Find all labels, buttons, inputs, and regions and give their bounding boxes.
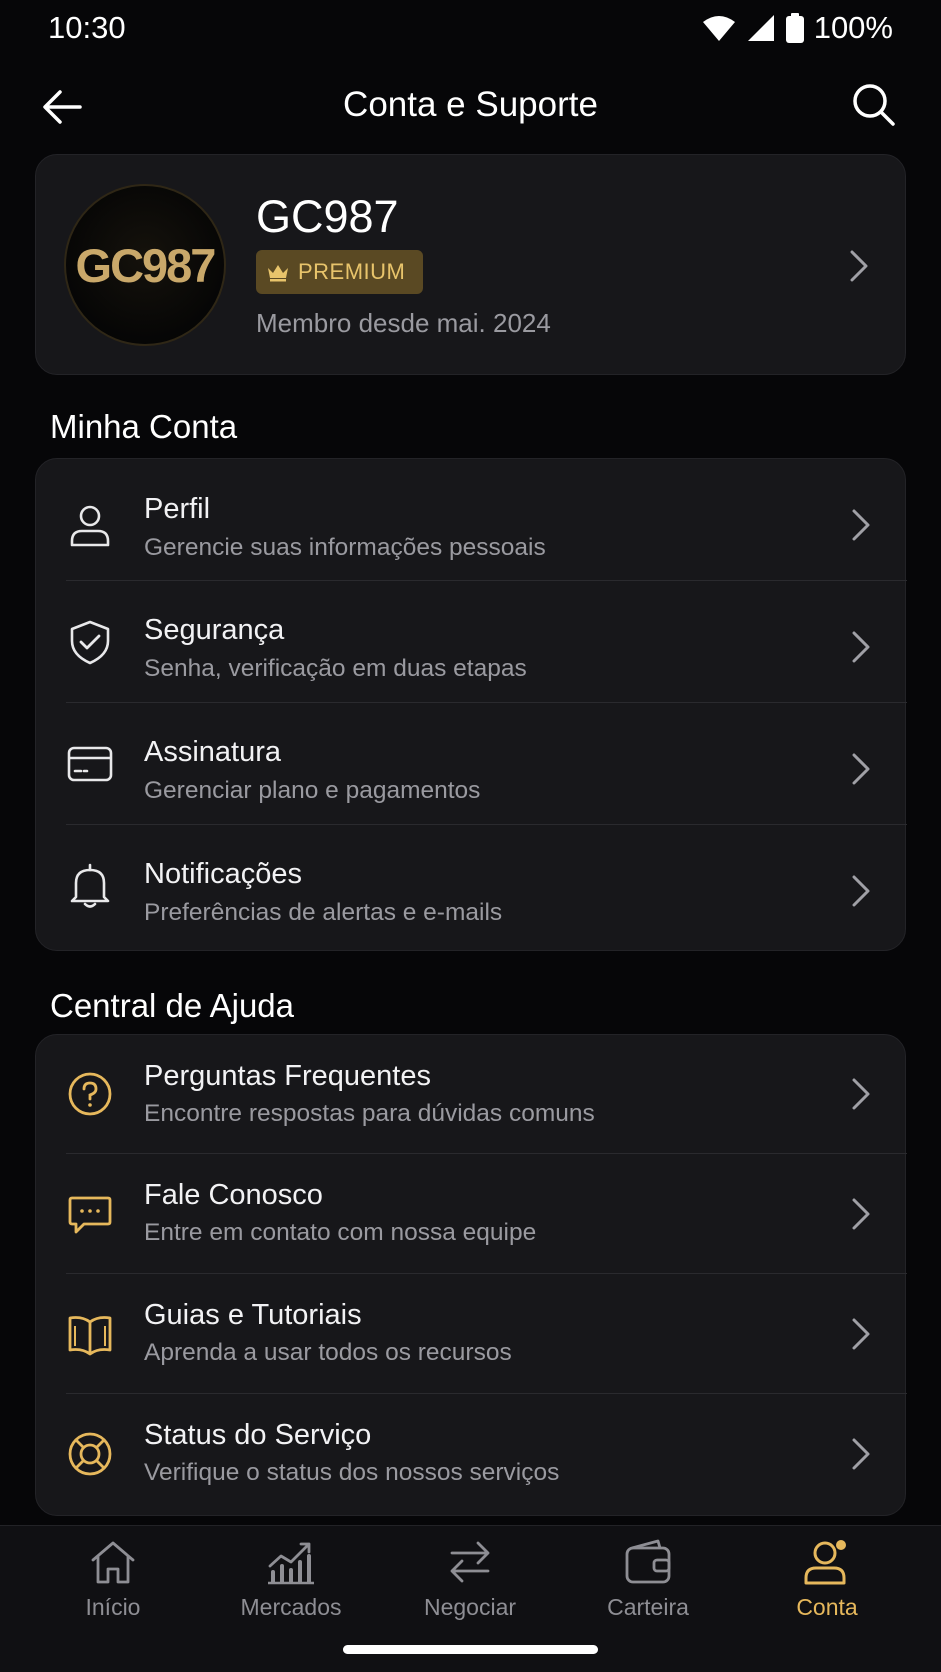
row-subtitle: Preferências de alertas e e-mails [144, 899, 503, 926]
member-since: Membro desde mai. 2024 [256, 308, 551, 338]
row-subtitle: Encontre respostas para dúvidas comuns [144, 1100, 595, 1127]
account-item-notifications[interactable]: Notificações Preferências de alertas e e… [36, 825, 907, 952]
swap-icon [450, 1541, 490, 1583]
crown-icon [268, 265, 288, 282]
app-bar: Conta e Suporte [0, 70, 941, 140]
nav-label: Mercados [240, 1594, 342, 1620]
battery-percent: 100% [813, 10, 893, 45]
row-subtitle: Senha, verificação em duas etapas [144, 655, 527, 682]
help-item-service-status[interactable]: Status do Serviço Verifique o status dos… [36, 1394, 907, 1517]
nav-label: Início [85, 1594, 141, 1620]
status-time: 10:30 [48, 10, 126, 45]
nav-item-account[interactable]: Conta [747, 1536, 907, 1636]
book-icon [68, 1316, 112, 1356]
section-title-help: Central de Ajuda [50, 987, 295, 1024]
profile-name: GC987 [256, 191, 399, 242]
row-subtitle: Gerencie suas informações pessoais [144, 534, 546, 561]
user-icon [70, 505, 110, 547]
status-bar: 10:30 100% [0, 0, 941, 56]
row-title: Status do Serviço [144, 1419, 372, 1451]
credit-card-icon [67, 746, 113, 782]
help-card: Perguntas Frequentes Encontre respostas … [35, 1034, 907, 1517]
row-title: Guias e Tutoriais [144, 1299, 362, 1331]
nav-label: Negociar [423, 1594, 517, 1620]
nav-item-trade[interactable]: Negociar [390, 1536, 550, 1636]
account-card: Perfil Gerencie suas informações pessoai… [35, 458, 907, 952]
chevron-right-icon [852, 1438, 870, 1470]
chevron-right-icon [852, 753, 870, 785]
question-circle-icon [68, 1072, 112, 1116]
chevron-right-icon [852, 1078, 870, 1110]
shield-check-icon [70, 620, 110, 665]
chevron-right-icon [852, 509, 870, 541]
help-item-faq[interactable]: Perguntas Frequentes Encontre respostas … [36, 1035, 907, 1154]
signal-icon [747, 15, 774, 41]
chart-icon [268, 1542, 314, 1585]
row-subtitle: Entre em contato com nossa equipe [144, 1219, 537, 1246]
chat-icon [68, 1196, 112, 1234]
home-icon [91, 1541, 135, 1584]
row-title: Notificações [144, 858, 302, 890]
avatar-logo-text: GC987 [75, 238, 217, 292]
nav-label: Carteira [607, 1594, 689, 1620]
lifebuoy-icon [68, 1432, 112, 1476]
nav-item-wallet[interactable]: Carteira [568, 1536, 728, 1636]
chevron-right-icon [852, 1318, 870, 1350]
nav-label: Conta [796, 1594, 858, 1620]
account-icon [804, 1540, 846, 1585]
account-item-security[interactable]: Segurança Senha, verificação em duas eta… [36, 581, 907, 703]
row-title: Fale Conosco [144, 1179, 323, 1211]
row-title: Perguntas Frequentes [144, 1060, 431, 1092]
chevron-right-icon [852, 1198, 870, 1230]
nav-item-markets[interactable]: Mercados [211, 1536, 371, 1636]
wallet-icon [625, 1539, 671, 1584]
account-item-profile[interactable]: Perfil Gerencie suas informações pessoai… [36, 459, 907, 581]
chevron-right-icon [852, 875, 870, 907]
chevron-right-icon [850, 250, 868, 282]
section-title-account: Minha Conta [50, 408, 238, 445]
nav-item-home[interactable]: Início [33, 1536, 193, 1636]
row-title: Perfil [144, 493, 211, 525]
row-subtitle: Verifique o status dos nossos serviços [144, 1459, 560, 1486]
row-title: Assinatura [144, 736, 282, 768]
row-subtitle: Gerenciar plano e pagamentos [144, 777, 481, 804]
premium-badge: PREMIUM [256, 250, 423, 294]
profile-card[interactable]: GC987 GC987 PREMIUM Membro desde mai. 20… [35, 154, 906, 375]
account-item-subscription[interactable]: Assinatura Gerenciar plano e pagamentos [36, 703, 907, 825]
premium-label: PREMIUM [298, 259, 406, 284]
search-button[interactable] [851, 82, 897, 128]
battery-icon [785, 13, 804, 43]
arrow-left-icon [43, 90, 82, 124]
chevron-right-icon [852, 631, 870, 663]
help-item-contact[interactable]: Fale Conosco Entre em contato com nossa … [36, 1154, 907, 1274]
search-icon [853, 84, 895, 126]
home-indicator[interactable] [343, 1645, 598, 1654]
row-title: Segurança [144, 614, 285, 646]
bell-icon [70, 863, 110, 908]
status-icons: 100% [702, 10, 893, 46]
back-button[interactable] [40, 85, 84, 129]
help-item-guides[interactable]: Guias e Tutoriais Aprenda a usar todos o… [36, 1274, 907, 1394]
avatar: GC987 [64, 184, 226, 346]
page-title: Conta e Suporte [343, 85, 598, 124]
row-subtitle: Aprenda a usar todos os recursos [144, 1339, 512, 1366]
wifi-icon [702, 16, 735, 41]
